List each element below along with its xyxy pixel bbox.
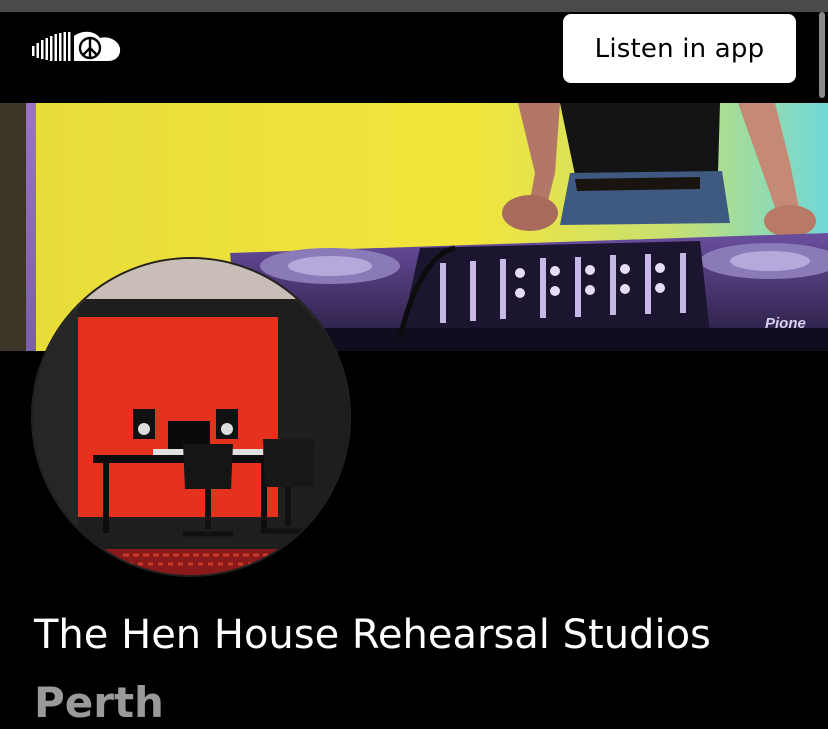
profile-page: Listen in app Pione The Hen House Rehear… bbox=[0, 0, 828, 729]
profile-name: The Hen House Rehearsal Studios bbox=[34, 612, 711, 658]
app-header: Listen in app bbox=[0, 12, 828, 103]
scrollbar[interactable] bbox=[819, 12, 825, 98]
listen-in-app-button[interactable]: Listen in app bbox=[563, 14, 796, 83]
studio-room-illustration bbox=[33, 259, 349, 575]
profile-city: Perth bbox=[34, 678, 164, 727]
soundcloud-logo-icon[interactable] bbox=[32, 29, 122, 65]
mixer-brand-label: Pione bbox=[765, 315, 806, 332]
profile-avatar[interactable] bbox=[31, 257, 351, 577]
browser-top-strip bbox=[0, 0, 828, 12]
